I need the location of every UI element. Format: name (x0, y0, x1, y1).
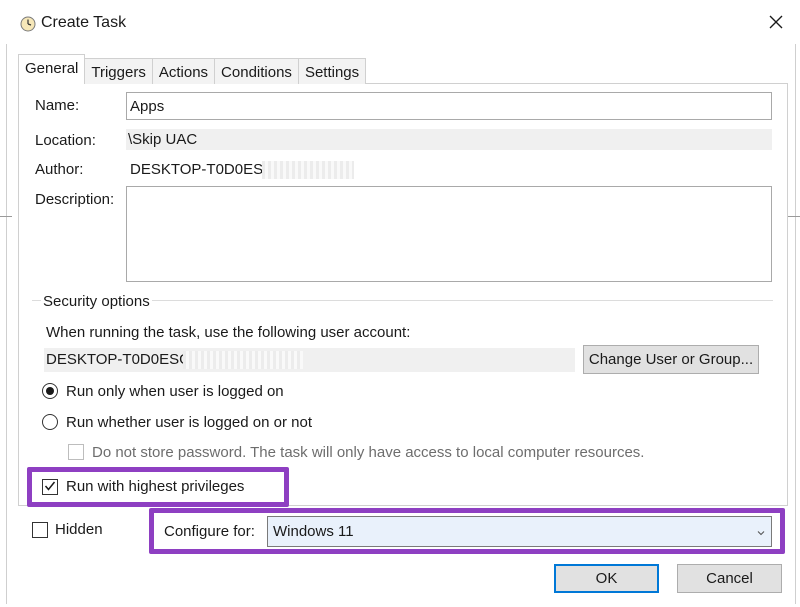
configure-for-select[interactable]: Windows 11 (267, 516, 772, 547)
change-user-button[interactable]: Change User or Group... (583, 345, 759, 374)
tab-triggers[interactable]: Triggers (84, 58, 153, 84)
tab-conditions[interactable]: Conditions (214, 58, 299, 84)
account-redacted (183, 351, 303, 369)
do-not-store-password-label: Do not store password. The task will onl… (92, 444, 645, 461)
radio-selected-dot (46, 387, 54, 395)
hidden-label[interactable]: Hidden (55, 521, 103, 538)
chevron-down-icon[interactable] (756, 525, 766, 536)
background-divider-left (0, 216, 12, 217)
author-label: Author: (35, 161, 84, 178)
description-label: Description: (35, 191, 115, 208)
location-value: \Skip UAC (126, 129, 772, 150)
configure-for-label: Configure for: (164, 523, 255, 540)
run-whether-label[interactable]: Run whether user is logged on or not (66, 414, 312, 431)
location-label: Location: (35, 132, 96, 149)
author-value: DESKTOP-T0D0ESG\ (130, 161, 279, 178)
window-title: Create Task (41, 14, 127, 31)
window-border-right (795, 44, 796, 604)
tab-bar: General Triggers Actions Conditions Sett… (18, 54, 367, 84)
account-value: DESKTOP-T0D0ESG\ (44, 348, 575, 372)
name-label: Name: (35, 97, 80, 114)
highest-privileges-label[interactable]: Run with highest privileges (66, 478, 244, 495)
run-logged-on-label[interactable]: Run only when user is logged on (66, 383, 284, 400)
name-input[interactable]: Apps (126, 92, 772, 120)
tab-actions[interactable]: Actions (151, 58, 216, 84)
do-not-store-password-checkbox (68, 444, 84, 460)
background-divider-right (788, 216, 800, 217)
account-prompt: When running the task, use the following… (46, 324, 411, 341)
configure-for-value: Windows 11 (273, 523, 354, 540)
close-icon (769, 15, 783, 33)
hidden-checkbox[interactable] (32, 522, 48, 538)
window-border-left (6, 44, 7, 604)
tab-settings[interactable]: Settings (297, 58, 367, 84)
run-whether-radio[interactable] (42, 414, 58, 430)
close-button[interactable] (760, 8, 792, 40)
clock-icon (20, 16, 36, 32)
cancel-button[interactable]: Cancel (677, 564, 782, 593)
run-logged-on-radio[interactable] (42, 383, 58, 399)
security-options-title: Security options (41, 293, 152, 310)
description-input[interactable] (126, 186, 772, 282)
tab-general[interactable]: General (18, 54, 86, 84)
checkmark-icon (44, 479, 56, 496)
author-redacted (262, 161, 354, 179)
highest-privileges-checkbox[interactable] (42, 479, 58, 495)
ok-button[interactable]: OK (554, 564, 659, 593)
account-value-text: DESKTOP-T0D0ESG\ (46, 351, 195, 368)
